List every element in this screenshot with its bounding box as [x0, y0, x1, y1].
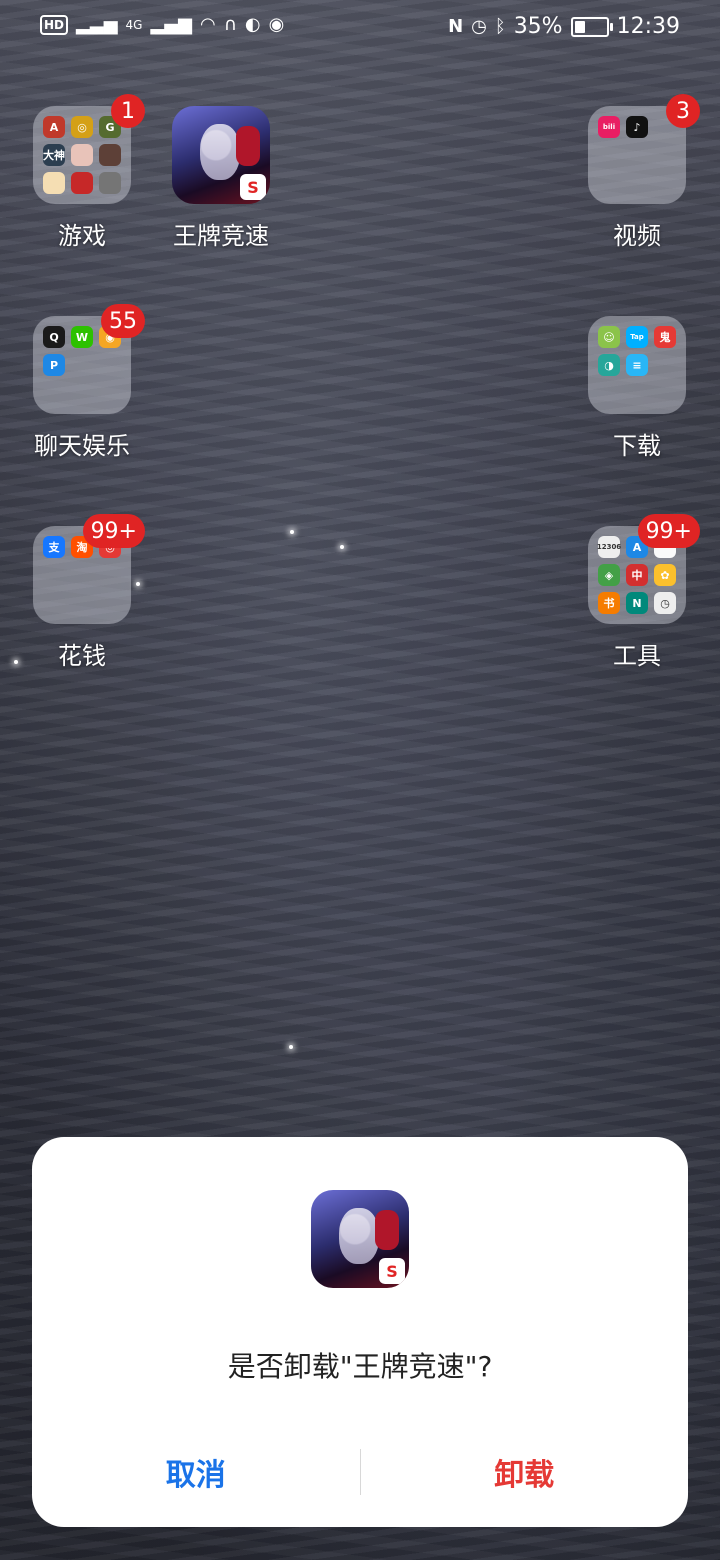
- app-label: 聊天娱乐: [34, 432, 130, 460]
- wifi-icon: ◠: [200, 14, 216, 35]
- mini-app-icon: ◎: [71, 116, 93, 138]
- folder-icon: Q W ◉ P 55: [33, 304, 145, 414]
- notification-badge: 99+: [637, 514, 700, 548]
- battery-fill: [574, 20, 586, 33]
- folder-preview: ☺ Tap 鬼 ◑ ≡: [598, 326, 676, 376]
- uninstall-dialog: S 是否卸载"王牌竞速"? 取消 卸载: [32, 1137, 688, 1527]
- mini-app-icon: 支: [43, 536, 65, 558]
- signal-icon: ▂▄▆: [150, 14, 193, 35]
- game-app-icon: S: [311, 1190, 409, 1288]
- dialog-actions: 取消 卸载: [32, 1437, 688, 1507]
- folder-icon: 12306 A ◈ 中 ✿ 书 N ◷ 99+: [588, 514, 700, 624]
- folder-preview: bili ♪: [598, 116, 676, 138]
- folder-preview: A ◎ G 大神: [43, 116, 121, 194]
- mini-app-icon: [71, 144, 93, 166]
- bluetooth-icon: ᛒ: [494, 16, 506, 37]
- headset-icon: ∩: [223, 14, 237, 35]
- folder-icon: A ◎ G 大神 1: [33, 94, 145, 204]
- mini-app-icon: ◑: [598, 354, 620, 376]
- battery-icon: [570, 16, 613, 37]
- folder-icon: bili ♪ 3: [588, 94, 700, 204]
- mini-app-icon: 书: [598, 592, 620, 614]
- mini-app-icon: ◈: [598, 564, 620, 586]
- folder-download[interactable]: ☺ Tap 鬼 ◑ ≡ 下载: [567, 316, 707, 461]
- mini-app-icon: ♪: [626, 116, 648, 138]
- mini-app-icon: 中: [626, 564, 648, 586]
- app-label: 王牌竞速: [173, 222, 269, 250]
- notification-badge: 55: [101, 304, 145, 338]
- mini-app-icon: 鬼: [654, 326, 676, 348]
- mini-app-icon: 12306: [597, 536, 621, 558]
- mini-app-icon: N: [626, 592, 648, 614]
- signal-icon: ▂▃▅: [76, 14, 118, 35]
- mini-app-icon: Q: [43, 326, 65, 348]
- game-app-icon: S: [172, 106, 270, 204]
- folder-icon: 支淘◎ 99+: [33, 514, 145, 624]
- mini-app-icon: [99, 144, 121, 166]
- sparkle: [340, 545, 344, 549]
- folder-tools[interactable]: 12306 A ◈ 中 ✿ 书 N ◷ 99+ 工具: [567, 514, 707, 671]
- sparkle: [289, 1045, 293, 1049]
- mini-app-icon: ≡: [626, 354, 648, 376]
- mini-app-icon: Tap: [626, 326, 648, 348]
- app-label: 工具: [613, 642, 661, 670]
- folder-spending[interactable]: 支淘◎ 99+ 花钱: [12, 514, 152, 671]
- cancel-button[interactable]: 取消: [32, 1437, 360, 1507]
- mini-app-icon: ☺: [598, 326, 620, 348]
- mini-app-icon: A: [43, 116, 65, 138]
- mini-app-icon: P: [43, 354, 65, 376]
- alarm-icon: ◷: [471, 16, 487, 37]
- app-label: 花钱: [58, 642, 106, 670]
- mini-app-icon: [99, 172, 121, 194]
- folder-video[interactable]: bili ♪ 3 视频: [567, 94, 707, 251]
- mini-app-icon: [71, 172, 93, 194]
- battery-percent: 35%: [513, 14, 563, 39]
- app-label: 游戏: [58, 222, 106, 250]
- eye-icon: ◉: [268, 14, 285, 35]
- hd-icon: HD: [40, 14, 69, 35]
- mini-app-icon: 大神: [43, 144, 65, 166]
- app-wangpai-jingsu[interactable]: S 王牌竞速: [151, 106, 291, 251]
- mini-app-icon: [43, 172, 65, 194]
- notification-badge: 1: [111, 94, 145, 128]
- nfc-icon: N: [448, 16, 464, 37]
- app-label: 下载: [613, 432, 661, 460]
- dialog-message: 是否卸载"王牌竞速"?: [227, 1350, 493, 1383]
- mini-app-icon: ◷: [654, 592, 676, 614]
- notification-badge: 3: [666, 94, 700, 128]
- uninstall-button[interactable]: 卸载: [361, 1437, 689, 1507]
- folder-games[interactable]: A ◎ G 大神 1 游戏: [12, 94, 152, 251]
- mini-app-icon: ✿: [654, 564, 676, 586]
- status-bar: HD ▂▃▅ 4G ▂▄▆ ◠ ∩ ◐ ◉ N ◷ ᛒ 35% 12:39: [0, 0, 720, 54]
- folder-chat[interactable]: Q W ◉ P 55 聊天娱乐: [12, 304, 152, 461]
- app-label: 视频: [613, 222, 661, 250]
- notification-badge: 99+: [82, 514, 145, 548]
- folder-icon: ☺ Tap 鬼 ◑ ≡: [588, 316, 686, 414]
- sparkle: [290, 530, 294, 534]
- dialog-app-icon: S: [311, 1190, 409, 1288]
- clock: 12:39: [616, 14, 680, 39]
- mini-app-icon: bili: [598, 116, 620, 138]
- mini-app-icon: W: [71, 326, 93, 348]
- data-saver-icon: ◐: [244, 14, 261, 35]
- network-type: 4G: [125, 17, 143, 32]
